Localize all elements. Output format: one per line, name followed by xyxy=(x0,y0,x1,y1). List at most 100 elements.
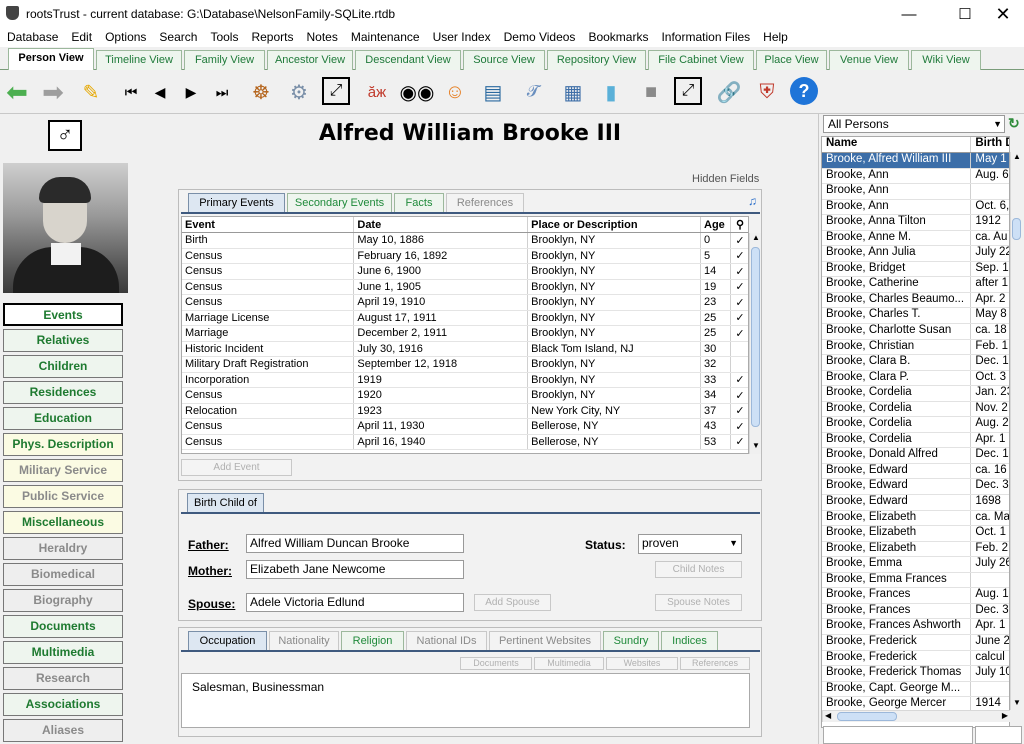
spouse-field[interactable]: Adele Victoria Edlund xyxy=(246,593,464,612)
eraser-icon[interactable]: ▮ xyxy=(596,77,626,107)
add-spouse-button[interactable]: Add Spouse xyxy=(474,594,551,611)
sidebar-associations-button[interactable]: Associations xyxy=(3,693,123,716)
sidebar-miscellaneous-button[interactable]: Miscellaneous xyxy=(3,511,123,534)
expand-icon[interactable]: ⤢ xyxy=(322,77,350,105)
mother-field[interactable]: Elizabeth Jane Newcome xyxy=(246,560,464,579)
menu-reports[interactable]: Reports xyxy=(244,28,299,47)
ship-wheel-icon[interactable]: ☸ xyxy=(246,77,276,107)
tab-family-view[interactable]: Family View xyxy=(184,50,265,70)
event-row[interactable]: Birth May 10, 1886 Brooklyn, NY 0 ✓ xyxy=(182,232,748,249)
websites-button[interactable]: Websites xyxy=(606,657,678,670)
person-list-row[interactable]: Brooke, Charles T. May 8 xyxy=(822,308,1009,325)
event-row[interactable]: Census April 11, 1930 Bellerose, NY 43 ✓ xyxy=(182,418,748,435)
person-list-row[interactable]: Brooke, Elizabeth ca. Ma xyxy=(822,510,1009,527)
tab-file-cabinet-view[interactable]: File Cabinet View xyxy=(648,50,754,70)
person-list-row[interactable]: Brooke, Frances Aug. 1 xyxy=(822,588,1009,604)
person-list-row[interactable]: Brooke, Alfred William III May 1 xyxy=(822,153,1009,169)
event-row[interactable]: Marriage License August 17, 1911 Brooklyn,… xyxy=(182,310,748,326)
person-list-row[interactable]: Brooke, Ann Aug. 6 xyxy=(822,168,1009,185)
menu-database[interactable]: Database xyxy=(0,28,64,47)
menu-tools[interactable]: Tools xyxy=(203,28,244,47)
person-list-row[interactable]: Brooke, Bridget Sep. 1 xyxy=(822,261,1009,278)
person-list-row[interactable]: Brooke, Christian Feb. 1 xyxy=(822,339,1009,356)
person-list-row[interactable]: Brooke, Edward Dec. 3 xyxy=(822,479,1009,496)
tab-birth-child-of[interactable]: Birth Child of xyxy=(187,493,264,513)
person-list-search-input[interactable] xyxy=(823,726,973,744)
tab-descendant-view[interactable]: Descendant View xyxy=(355,50,461,70)
translate-icon[interactable]: 𝓣 xyxy=(518,77,548,107)
person-list-scroll-thumb[interactable] xyxy=(1012,218,1021,240)
minimize-button[interactable]: — xyxy=(886,0,932,28)
hidden-fields-link[interactable]: Hidden Fields xyxy=(692,173,759,185)
spouse-notes-button[interactable]: Spouse Notes xyxy=(655,594,742,611)
tab-facts[interactable]: Facts xyxy=(394,193,444,213)
person-photo[interactable] xyxy=(3,163,128,293)
person-list-row[interactable]: Brooke, Charles Beaumo... Apr. 2 xyxy=(822,292,1009,309)
sidebar-biography-button[interactable]: Biography xyxy=(3,589,123,612)
tab-timeline-view[interactable]: Timeline View xyxy=(96,50,182,70)
menu-notes[interactable]: Notes xyxy=(300,28,344,47)
occupation-textarea[interactable]: Salesman, Businessman xyxy=(181,673,750,728)
tab-person-view[interactable]: Person View xyxy=(8,48,94,70)
spellcheck-icon[interactable]: ăж xyxy=(362,77,392,107)
next-record-icon[interactable]: ▶ xyxy=(176,77,206,107)
person-list-row[interactable]: Brooke, Frances Dec. 3 xyxy=(822,603,1009,620)
col-event[interactable]: Event xyxy=(182,217,355,233)
person-list-row[interactable]: Brooke, Anne M. ca. Au xyxy=(822,230,1009,247)
col-pin-icon[interactable]: ⚲ xyxy=(730,217,748,233)
event-row[interactable]: Historic Incident July 30, 1916 Black Tom … xyxy=(182,341,748,357)
person-list-row[interactable]: Brooke, Ann xyxy=(822,184,1009,200)
person-list-row[interactable]: Brooke, Cordelia Nov. 2 xyxy=(822,401,1009,418)
child-notes-button[interactable]: Child Notes xyxy=(655,561,742,578)
menu-search[interactable]: Search xyxy=(152,28,203,47)
person-list-row[interactable]: Brooke, Clara B. Dec. 1 xyxy=(822,355,1009,371)
col-birth-date[interactable]: Birth D xyxy=(971,137,1009,152)
person-list-row[interactable]: Brooke, Frederick Thomas July 10 xyxy=(822,666,1009,682)
menu-help[interactable]: Help xyxy=(756,28,794,47)
menu-information-files[interactable]: Information Files xyxy=(654,28,756,47)
sidebar-military-service-button[interactable]: Military Service xyxy=(3,459,123,482)
references-button[interactable]: References xyxy=(680,657,750,670)
sidebar-relatives-button[interactable]: Relatives xyxy=(3,329,123,352)
last-record-icon[interactable]: ⏭ xyxy=(207,77,237,107)
tab-occupation[interactable]: Occupation xyxy=(188,631,267,651)
person-list-row[interactable]: Brooke, Ann Julia July 22 xyxy=(822,246,1009,262)
person-list-row[interactable]: Brooke, Donald Alfred Dec. 1 xyxy=(822,448,1009,464)
tab-national-ids[interactable]: National IDs xyxy=(406,631,487,651)
tab-place-view[interactable]: Place View xyxy=(756,50,827,70)
col-name[interactable]: Name xyxy=(822,137,972,152)
menu-demo-videos[interactable]: Demo Videos xyxy=(497,28,582,47)
sidebar-education-button[interactable]: Education xyxy=(3,407,123,430)
col-date[interactable]: Date xyxy=(353,217,529,233)
sidebar-heraldry-button[interactable]: Heraldry xyxy=(3,537,123,560)
male-gender-icon[interactable]: ♂ xyxy=(48,120,82,151)
binoculars-icon[interactable]: ◉◉ xyxy=(400,77,435,107)
person-list-row[interactable]: Brooke, Elizabeth Oct. 1 xyxy=(822,526,1009,542)
person-list-row[interactable]: Brooke, CordeliaJan. 23 xyxy=(822,386,1009,402)
sidebar-documents-button[interactable]: Documents xyxy=(3,615,123,638)
col-age[interactable]: Age xyxy=(700,217,731,233)
card-list-icon[interactable]: ▤ xyxy=(478,77,508,107)
person-list-row[interactable]: Brooke, Anna Tilton 1912 xyxy=(822,215,1009,231)
sidebar-public-service-button[interactable]: Public Service xyxy=(3,485,123,508)
tab-primary-events[interactable]: Primary Events xyxy=(188,193,285,213)
people-icon[interactable]: ☺ xyxy=(440,77,470,107)
settings-gears-icon[interactable]: ⚙ xyxy=(284,77,314,107)
sidebar-multimedia-button[interactable]: Multimedia xyxy=(3,641,123,664)
menu-bookmarks[interactable]: Bookmarks xyxy=(581,28,654,47)
event-row[interactable]: Military Draft Registration September 12,… xyxy=(182,356,748,373)
tab-indices[interactable]: Indices xyxy=(661,631,718,651)
event-row[interactable]: Census April 19, 1910 Brooklyn, NY 23 ✓ xyxy=(182,294,748,311)
resize-icon[interactable]: ⤢ xyxy=(674,77,702,105)
person-list-row[interactable]: Brooke, Frederick June 2 xyxy=(822,634,1009,651)
tab-wiki-view[interactable]: Wiki View xyxy=(911,50,981,70)
person-list-row[interactable]: Brooke, Charlotte Susan ca. 18 xyxy=(822,324,1009,340)
tab-pertinent-websites[interactable]: Pertinent Websites xyxy=(489,631,601,651)
documents-button[interactable]: Documents xyxy=(460,657,532,670)
event-row[interactable]: Census June 1, 1905 Brooklyn, NY 19 ✓ xyxy=(182,279,748,295)
event-row[interactable]: Marriage December 2, 1911 Brooklyn, NY 25 ✓ xyxy=(182,325,748,342)
person-list-row[interactable]: Brooke, Cordelia Apr. 1 xyxy=(822,432,1009,449)
sidebar-research-button[interactable]: Research xyxy=(3,667,123,690)
sidebar-phys-description-button[interactable]: Phys. Description xyxy=(3,433,123,456)
person-list-row[interactable]: Brooke, Edward ca. 16 xyxy=(822,463,1009,480)
